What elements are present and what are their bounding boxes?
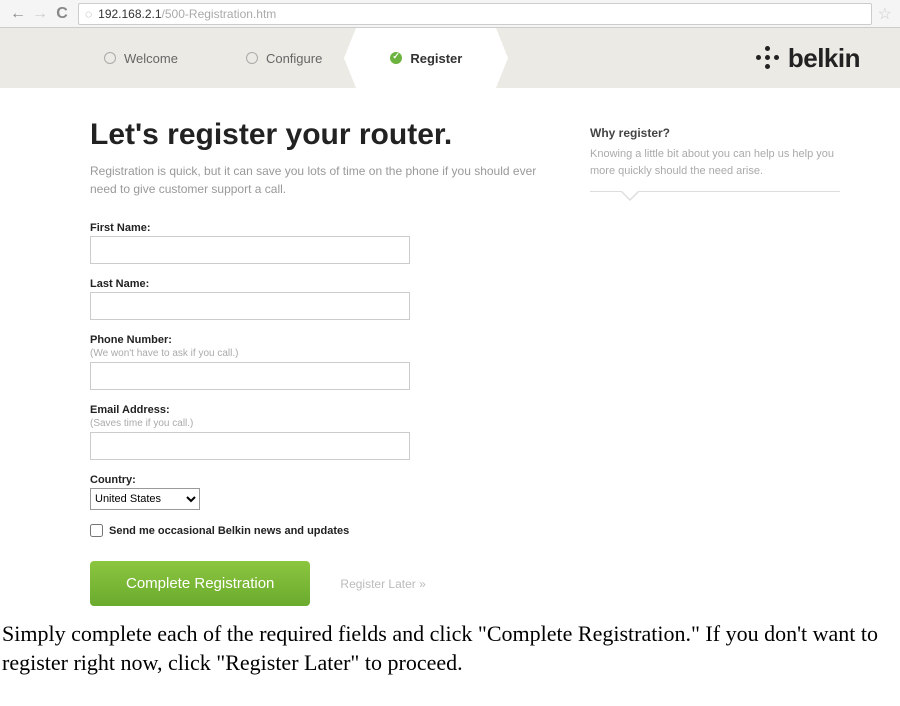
sidebar-heading: Why register? xyxy=(590,126,840,140)
forward-button[interactable]: → xyxy=(30,4,50,24)
globe-icon: ◌ xyxy=(85,7,92,21)
newsletter-checkbox[interactable] xyxy=(90,524,103,537)
page-title: Let's register your router. xyxy=(90,118,550,152)
first-name-label: First Name: xyxy=(90,222,550,234)
sidebar-info: Why register? Knowing a little bit about… xyxy=(590,118,840,606)
step-register[interactable]: Register xyxy=(356,28,496,88)
instruction-caption: Simply complete each of the required fie… xyxy=(0,616,900,687)
main-form-area: Let's register your router. Registration… xyxy=(90,118,550,606)
circle-icon xyxy=(246,52,258,64)
email-hint: (Saves time if you call.) xyxy=(90,418,550,429)
last-name-label: Last Name: xyxy=(90,278,550,290)
step-label: Register xyxy=(410,51,462,66)
bookmark-star-icon[interactable]: ☆ xyxy=(878,4,892,24)
sidebar-body: Knowing a little bit about you can help … xyxy=(590,146,840,179)
wizard-steps: Welcome Configure Register belkin xyxy=(0,28,900,88)
url-host: 192.168.2.1 xyxy=(98,7,161,21)
step-welcome[interactable]: Welcome xyxy=(70,28,212,88)
phone-input[interactable] xyxy=(90,362,410,390)
back-button[interactable]: ← xyxy=(8,4,28,24)
email-label: Email Address: xyxy=(90,404,550,416)
country-label: Country: xyxy=(90,474,550,486)
last-name-input[interactable] xyxy=(90,292,410,320)
first-name-input[interactable] xyxy=(90,236,410,264)
register-later-link[interactable]: Register Later » xyxy=(340,577,425,591)
step-configure[interactable]: Configure xyxy=(212,28,356,88)
step-label: Welcome xyxy=(124,51,178,66)
step-label: Configure xyxy=(266,51,322,66)
logo-dots-icon xyxy=(756,46,780,70)
page-subtitle: Registration is quick, but it can save y… xyxy=(90,162,550,198)
divider-arrow-icon xyxy=(590,191,840,201)
email-input[interactable] xyxy=(90,432,410,460)
phone-label: Phone Number: xyxy=(90,334,550,346)
brand-logo: belkin xyxy=(756,43,860,74)
brand-name: belkin xyxy=(788,43,860,74)
address-bar[interactable]: ◌ 192.168.2.1/500-Registration.htm xyxy=(78,3,872,25)
newsletter-label: Send me occasional Belkin news and updat… xyxy=(109,525,349,537)
circle-icon xyxy=(104,52,116,64)
country-select[interactable]: United States xyxy=(90,488,200,510)
phone-hint: (We won't have to ask if you call.) xyxy=(90,348,550,359)
complete-registration-button[interactable]: Complete Registration xyxy=(90,561,310,606)
browser-toolbar: ← → C ◌ 192.168.2.1/500-Registration.htm… xyxy=(0,0,900,28)
url-path: /500-Registration.htm xyxy=(162,7,277,21)
checkmark-icon xyxy=(390,52,402,64)
reload-button[interactable]: C xyxy=(52,4,72,24)
